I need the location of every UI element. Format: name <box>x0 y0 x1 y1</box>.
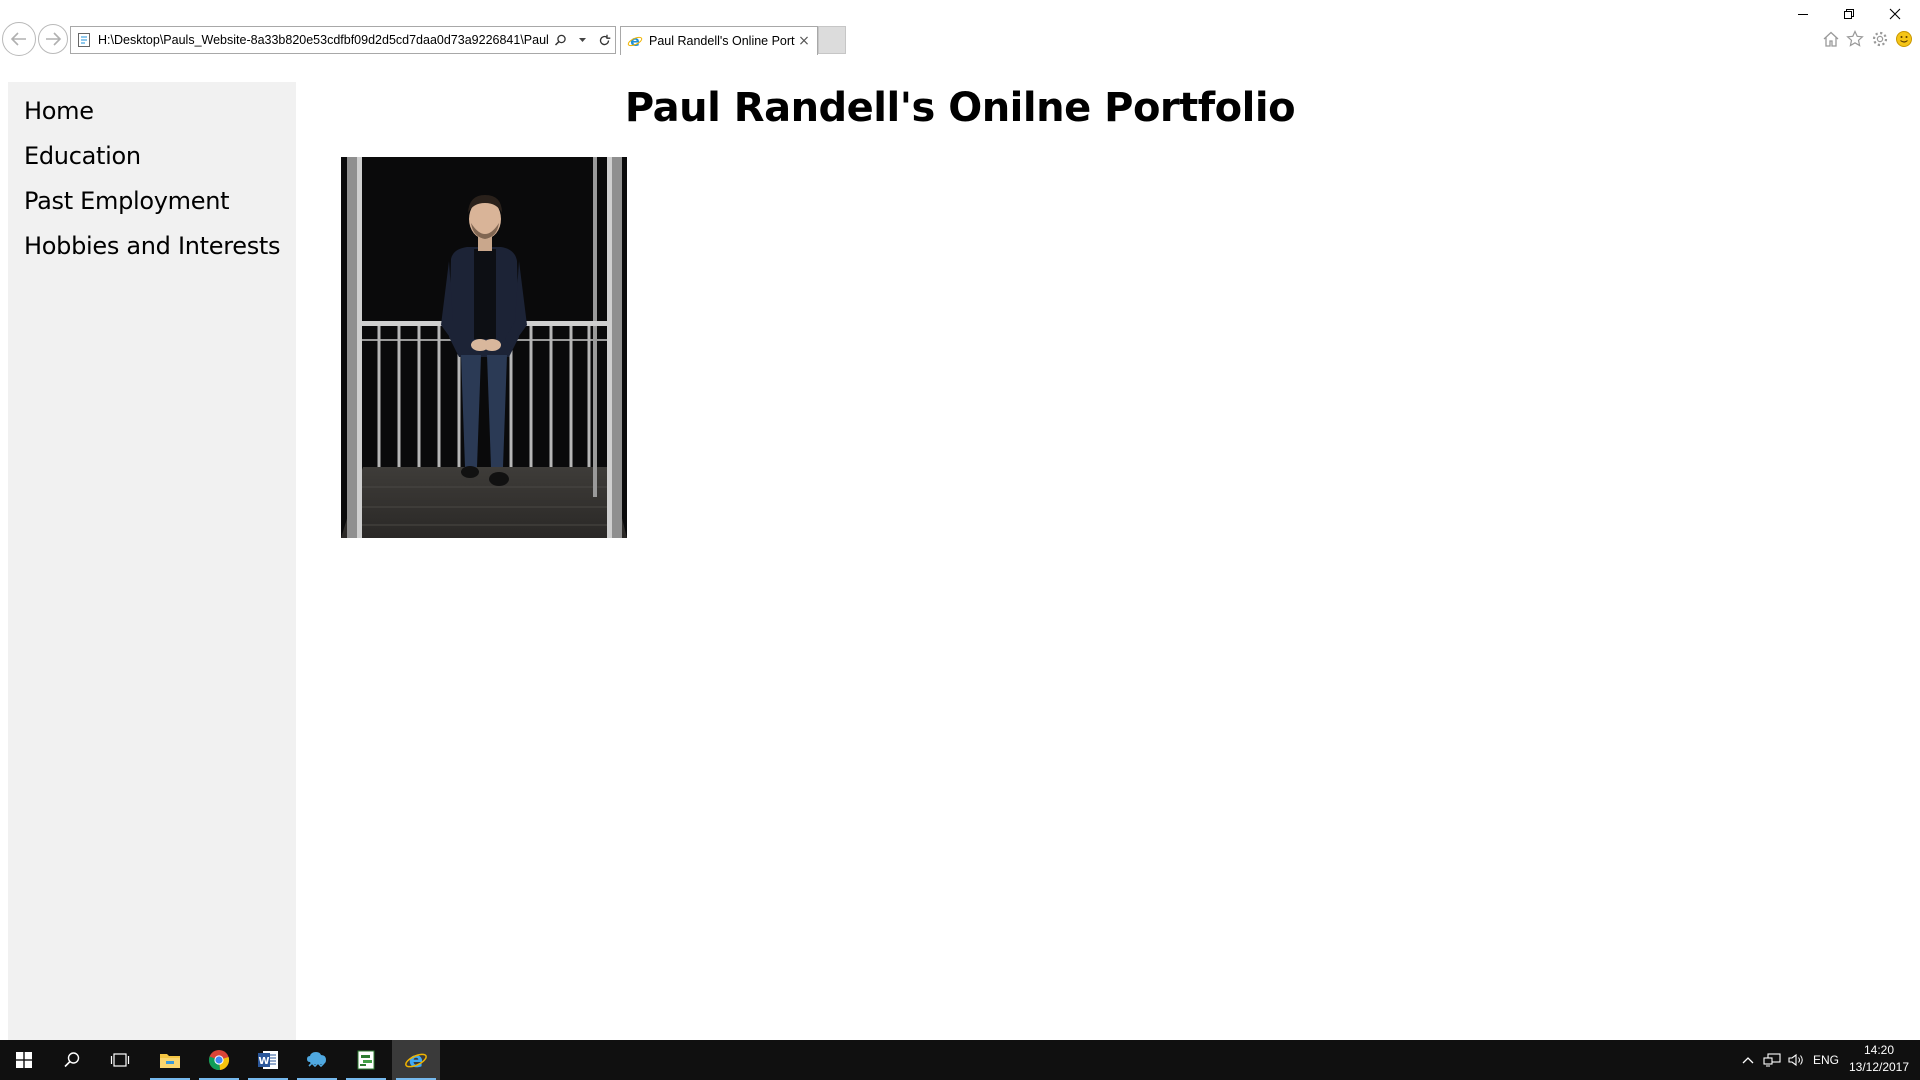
task-view-button[interactable] <box>96 1040 144 1080</box>
taskbar-search-button[interactable] <box>48 1040 96 1080</box>
browser-tab[interactable]: e Paul Randell's Online Portf... × <box>620 26 818 55</box>
address-bar[interactable]: H:\Desktop\Pauls_Website-8a33b820e53cdfb… <box>70 26 616 54</box>
screen: H:\Desktop\Pauls_Website-8a33b820e53cdfb… <box>0 0 1920 1080</box>
taskbar-app-internet-explorer[interactable]: e <box>392 1040 440 1080</box>
smiley-feedback-icon <box>1896 31 1912 47</box>
ie-icon: e <box>627 34 643 49</box>
search-icon <box>64 1052 80 1068</box>
back-arrow-icon <box>10 32 26 46</box>
back-button[interactable] <box>2 22 36 56</box>
settings-gear-icon <box>1872 31 1888 47</box>
taskbar: W e ENG 14:20 13/12/2017 <box>0 1040 1920 1080</box>
address-url[interactable]: H:\Desktop\Pauls_Website-8a33b820e53cdfb… <box>98 33 549 47</box>
sidebar-item-home[interactable]: Home <box>8 89 296 134</box>
start-button[interactable] <box>0 1040 48 1080</box>
page-icon <box>78 33 90 47</box>
dropdown-icon[interactable] <box>574 32 590 48</box>
refresh-icon[interactable] <box>596 32 612 48</box>
volume-button[interactable] <box>1785 1040 1807 1080</box>
close-icon <box>1889 8 1901 20</box>
network-button[interactable] <box>1761 1040 1783 1080</box>
sidebar-nav: Home Education Past Employment Hobbies a… <box>8 82 296 1040</box>
svg-text:e: e <box>630 34 640 49</box>
taskbar-app-chrome[interactable] <box>195 1040 243 1080</box>
page-title: Paul Randell's Onilne Portfolio <box>624 85 1296 131</box>
minimize-button[interactable] <box>1780 0 1826 28</box>
taskbar-app-word[interactable]: W <box>244 1040 292 1080</box>
browser-chrome: H:\Desktop\Pauls_Website-8a33b820e53cdfb… <box>0 0 1920 80</box>
tab-close-button[interactable]: × <box>795 32 813 50</box>
task-view-icon <box>110 1053 130 1067</box>
feedback-button[interactable] <box>1893 28 1915 50</box>
sidebar-item-past-employment[interactable]: Past Employment <box>8 179 296 224</box>
sidebar-item-hobbies-and-interests[interactable]: Hobbies and Interests <box>8 224 296 269</box>
taskbar-app-project[interactable] <box>342 1040 390 1080</box>
home-button[interactable] <box>1820 28 1842 50</box>
svg-text:e: e <box>409 1048 423 1072</box>
file-explorer-icon <box>160 1054 180 1068</box>
forward-arrow-icon <box>46 32 62 46</box>
clock-time: 14:20 <box>1863 1043 1895 1057</box>
restore-button[interactable] <box>1826 0 1872 28</box>
chevron-up-icon <box>1742 1057 1754 1064</box>
search-icon[interactable] <box>552 32 568 48</box>
home-icon <box>1823 31 1839 47</box>
volume-icon <box>1788 1053 1803 1067</box>
show-hidden-icons-button[interactable] <box>1738 1040 1758 1080</box>
windows-start-icon <box>16 1052 32 1068</box>
close-window-button[interactable] <box>1872 0 1918 28</box>
photo-scene <box>341 157 627 538</box>
favorites-star-icon <box>1846 30 1864 47</box>
restore-icon <box>1844 9 1854 19</box>
taskbar-app-file-explorer[interactable] <box>146 1040 194 1080</box>
favorites-button[interactable] <box>1844 28 1866 50</box>
chrome-icon <box>208 1050 230 1071</box>
tab-title: Paul Randell's Online Portf... <box>649 34 795 48</box>
internet-explorer-icon: e <box>405 1048 427 1072</box>
word-icon: W <box>258 1051 278 1069</box>
language-indicator[interactable]: ENG <box>1810 1040 1842 1080</box>
network-icon <box>1763 1053 1781 1067</box>
clock-date: 13/12/2017 <box>1848 1060 1910 1074</box>
nav-list: Home Education Past Employment Hobbies a… <box>8 82 296 269</box>
clock[interactable]: 14:20 13/12/2017 <box>1846 1042 1912 1078</box>
taskbar-app-skype[interactable] <box>293 1040 341 1080</box>
svg-text:W: W <box>258 1056 269 1067</box>
settings-button[interactable] <box>1869 28 1891 50</box>
forward-button[interactable] <box>38 24 68 54</box>
minimize-icon <box>1798 14 1808 15</box>
profile-photo <box>341 157 627 538</box>
project-icon <box>357 1050 375 1070</box>
sidebar-item-education[interactable]: Education <box>8 134 296 179</box>
skype-icon <box>307 1052 326 1068</box>
new-tab-button[interactable] <box>818 26 846 54</box>
